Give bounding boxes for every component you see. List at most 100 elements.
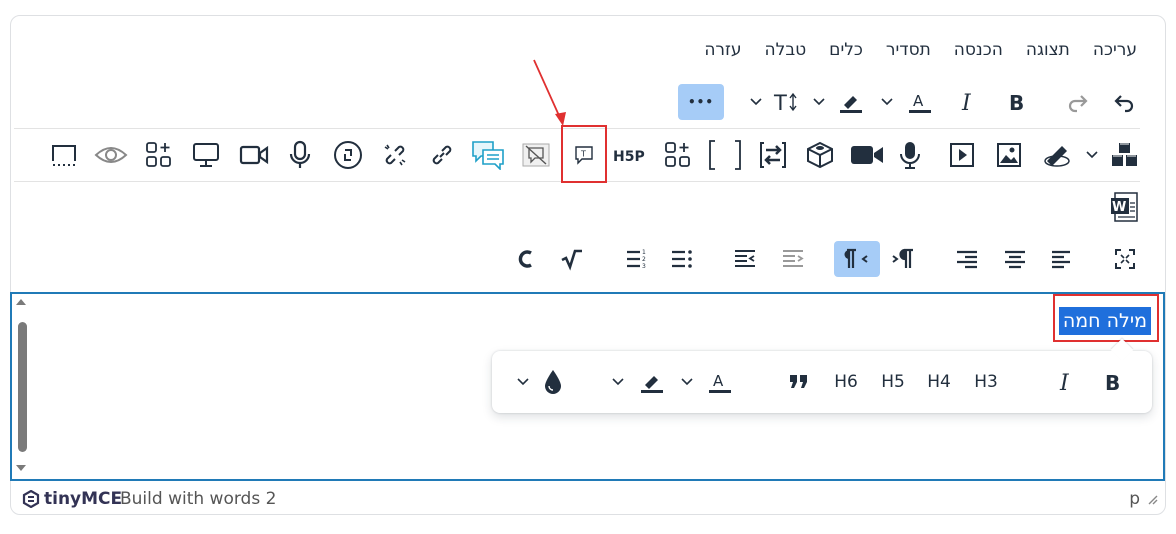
scrollbar-thumb[interactable]	[18, 322, 27, 452]
highlighter-icon	[641, 376, 663, 393]
text-color-button[interactable]: A	[902, 84, 938, 120]
media-button[interactable]	[944, 137, 980, 173]
scroll-down-icon[interactable]	[15, 464, 27, 472]
embed-circle-icon	[334, 141, 362, 169]
unlink-button[interactable]	[377, 137, 413, 173]
menu-format[interactable]: תסדיר	[886, 40, 931, 60]
menu-table[interactable]: טבלה	[765, 40, 807, 60]
menu-tools[interactable]: כלים	[829, 40, 863, 60]
preview-button[interactable]	[93, 137, 129, 173]
selected-hot-word[interactable]: מילה חמה	[1058, 307, 1151, 335]
menu-insert[interactable]: הכנסה	[954, 40, 1003, 60]
align-right-button[interactable]	[949, 241, 985, 277]
highlight-color-dropdown[interactable]	[810, 84, 828, 120]
link-button[interactable]	[424, 137, 460, 173]
more-toolbar-button[interactable]: •••	[678, 84, 724, 120]
h4-label: H4	[927, 372, 951, 392]
highlight-color-button[interactable]	[833, 84, 869, 120]
font-size-dropdown[interactable]	[747, 84, 765, 120]
menu-help[interactable]: עזרה	[704, 40, 741, 60]
rtl-button[interactable]	[834, 241, 880, 277]
h5p-button[interactable]: H5P	[612, 137, 648, 173]
chemistry-button[interactable]	[508, 241, 544, 277]
menu-edit[interactable]: עריכה	[1093, 40, 1137, 60]
quick-drop-dropdown[interactable]	[514, 364, 532, 400]
element-path[interactable]: p	[1129, 489, 1140, 509]
quick-h4-button[interactable]: H4	[921, 364, 957, 400]
quick-highlight-dropdown[interactable]	[609, 364, 627, 400]
menubar: עריכה תצוגה הכנסה תסדיר כלים טבלה עזרה	[704, 38, 1137, 62]
cubes-button[interactable]	[1107, 137, 1143, 173]
tinymce-brand-link[interactable]: tinyMCE	[22, 489, 122, 509]
paragraph-ltr-icon	[892, 248, 913, 268]
bullet-list-icon	[672, 250, 692, 268]
pencil-draw-icon	[1044, 146, 1070, 167]
italic-button[interactable]: I	[949, 84, 985, 120]
ltr-button[interactable]	[885, 241, 921, 277]
svg-text:1: 1	[642, 249, 646, 256]
brand-name: tinyMCE	[44, 489, 123, 509]
3d-object-button[interactable]	[802, 137, 838, 173]
add-apps-2-button[interactable]	[141, 137, 177, 173]
image-button[interactable]	[991, 137, 1027, 173]
draw-button[interactable]	[1039, 137, 1075, 173]
undo-icon	[1114, 95, 1134, 113]
word-import-button[interactable]: W	[1106, 189, 1142, 225]
quick-text-color-button[interactable]: A	[702, 364, 738, 400]
quick-bold-button[interactable]: B	[1094, 364, 1130, 400]
video-button[interactable]	[236, 137, 272, 173]
chevron-down-icon	[681, 378, 693, 386]
align-left-button[interactable]	[1044, 241, 1080, 277]
chevron-down-icon	[612, 378, 624, 386]
h3-label: H3	[974, 372, 998, 392]
numbered-list-button[interactable]: 123	[619, 241, 655, 277]
color-drop-icon	[545, 370, 561, 394]
align-right-icon	[957, 250, 977, 269]
bold-icon: B	[1105, 371, 1120, 393]
outdent-button[interactable]	[727, 241, 763, 277]
quick-h3-button[interactable]: H3	[968, 364, 1004, 400]
page-break-button[interactable]	[46, 137, 82, 173]
text-color-dropdown[interactable]	[878, 84, 896, 120]
quick-drop-button[interactable]	[535, 364, 571, 400]
scroll-up-icon[interactable]	[15, 298, 27, 306]
fullscreen-button[interactable]	[1107, 241, 1143, 277]
align-center-button[interactable]	[997, 241, 1033, 277]
quick-italic-button[interactable]: I	[1047, 364, 1083, 400]
swap-button[interactable]	[755, 137, 791, 173]
indent-button[interactable]	[775, 241, 811, 277]
quick-text-color-dropdown[interactable]	[678, 364, 696, 400]
disabled-comment-button[interactable]	[518, 137, 554, 173]
quick-highlight-button[interactable]	[634, 364, 670, 400]
text-color-icon: A	[709, 372, 731, 393]
undo-button[interactable]	[1106, 84, 1142, 120]
record-video-button[interactable]	[849, 137, 885, 173]
microphone-button[interactable]	[282, 137, 318, 173]
quick-h6-button[interactable]: H6	[828, 364, 864, 400]
resize-handle-icon[interactable]	[1146, 493, 1158, 505]
bold-button[interactable]: B	[997, 84, 1033, 120]
statusbar: tinyMCE Build with words 2 p	[10, 483, 1166, 515]
scrollbar[interactable]	[14, 298, 28, 474]
add-apps-button[interactable]	[660, 137, 696, 173]
paragraph-rtl-icon	[844, 248, 868, 268]
discussion-button[interactable]	[470, 137, 506, 173]
math-button[interactable]	[554, 241, 590, 277]
bullet-list-button[interactable]	[664, 241, 700, 277]
align-center-icon	[1005, 250, 1025, 269]
menu-view[interactable]: תצוגה	[1026, 40, 1070, 60]
quick-h5-button[interactable]: H5	[875, 364, 911, 400]
font-size-button[interactable]: T	[768, 84, 804, 120]
h6-label: H6	[834, 372, 858, 392]
quick-blockquote-button[interactable]	[781, 364, 817, 400]
tinymce-logo-icon	[22, 490, 40, 508]
monitor-icon	[193, 143, 219, 167]
toolbar-row-1: B I A T •••	[0, 84, 1176, 124]
draw-dropdown[interactable]	[1083, 137, 1101, 173]
embed-button[interactable]	[330, 137, 366, 173]
brackets-button[interactable]	[707, 137, 743, 173]
record-audio-button[interactable]	[892, 137, 928, 173]
preview-screen-button[interactable]	[188, 137, 224, 173]
text-color-icon: A	[909, 92, 931, 113]
redo-button[interactable]	[1060, 84, 1096, 120]
